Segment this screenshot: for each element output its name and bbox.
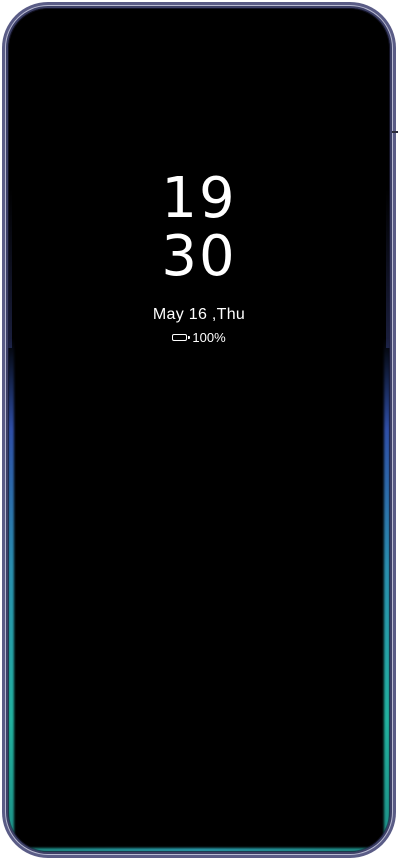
side-button <box>392 131 398 133</box>
edge-light-bottom <box>22 848 376 852</box>
phone-bezel-inner: 19 30 May 16 ,Thu 100% <box>6 6 392 854</box>
screen-edge <box>8 8 390 852</box>
edge-light-right <box>384 338 390 846</box>
battery-status: 100% <box>8 330 390 345</box>
clock: 19 30 <box>8 170 390 286</box>
edge-light-left <box>8 338 14 846</box>
battery-level: 100% <box>192 330 226 345</box>
date-label: May 16 ,Thu <box>152 306 246 323</box>
clock-hours: 19 <box>161 166 237 231</box>
battery-icon <box>172 334 190 341</box>
clock-minutes: 30 <box>161 224 237 289</box>
phone-bezel: 19 30 May 16 ,Thu 100% <box>5 5 393 855</box>
always-on-display-screen[interactable]: 19 30 May 16 ,Thu 100% <box>8 8 390 852</box>
phone-frame: 19 30 May 16 ,Thu 100% <box>2 2 396 858</box>
